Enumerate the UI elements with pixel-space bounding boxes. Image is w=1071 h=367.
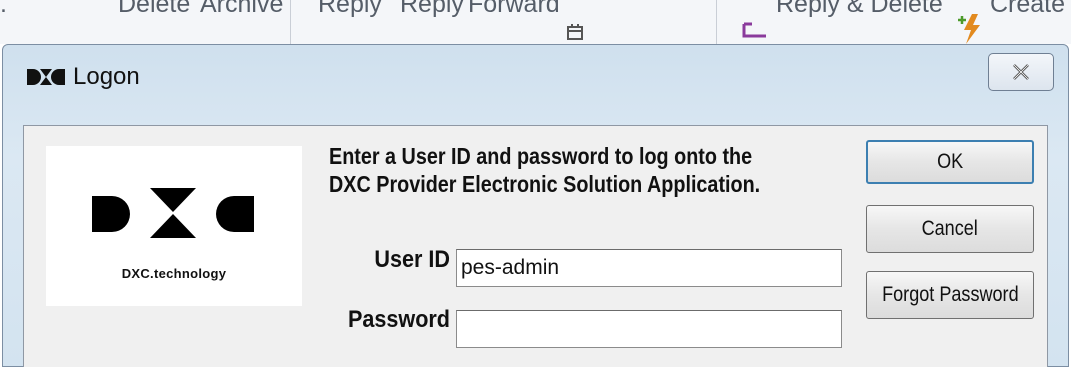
instruction-line-2: DXC Provider Electronic Solution Applica… [329,171,761,197]
dialog-body: DXC.technology Enter a User ID and passw… [23,125,1048,367]
user-id-input[interactable] [456,249,842,287]
cancel-button-label: Cancel [921,217,979,240]
dxc-logo-icon [92,188,254,238]
logon-instructions: Enter a User ID and password to log onto… [329,142,862,198]
logon-dialog: Logon DXC.technology Enter a User ID and… [2,44,1069,367]
forgot-password-button[interactable]: Forgot Password [866,271,1034,319]
ribbon-create-button[interactable]: Create [990,0,1065,24]
title-bar[interactable]: Logon [3,45,1068,125]
dxc-logo-small-icon [27,67,65,92]
ribbon-archive-button[interactable]: Archive [200,0,283,24]
instruction-line-1: Enter a User ID and password to log onto… [329,143,753,169]
ribbon-reply-button[interactable]: Reply [318,0,382,24]
password-input[interactable] [456,310,842,348]
screen: . Delete Archive Reply Reply Forward Rep… [0,0,1071,367]
ribbon-truncated-label: . [0,0,7,18]
forgot-password-button-label: Forgot Password [881,283,1019,306]
close-button[interactable] [988,53,1054,91]
logo-caption: DXC.technology [121,266,227,281]
user-id-label: User ID [374,246,450,273]
ok-button-label: OK [936,150,964,173]
reply-delete-icon [740,20,770,44]
create-task-icon [958,14,984,44]
mail-ribbon: . Delete Archive Reply Reply Forward Rep… [0,0,1071,44]
cancel-button[interactable]: Cancel [866,205,1034,253]
calendar-icon[interactable] [566,24,586,44]
dxc-logo-panel: DXC.technology [46,146,302,306]
ok-button[interactable]: OK [866,140,1034,184]
ribbon-reply-all-button[interactable]: Reply [400,0,464,24]
close-icon [1013,64,1029,80]
ribbon-divider [290,0,291,44]
ribbon-reply-delete-button[interactable]: Reply & Delete [776,0,943,24]
ribbon-forward-button[interactable]: Forward [468,0,560,24]
ribbon-delete-button[interactable]: Delete [118,0,190,24]
password-label: Password [347,306,450,333]
ribbon-divider [716,0,717,44]
dialog-title: Logon [73,63,140,90]
